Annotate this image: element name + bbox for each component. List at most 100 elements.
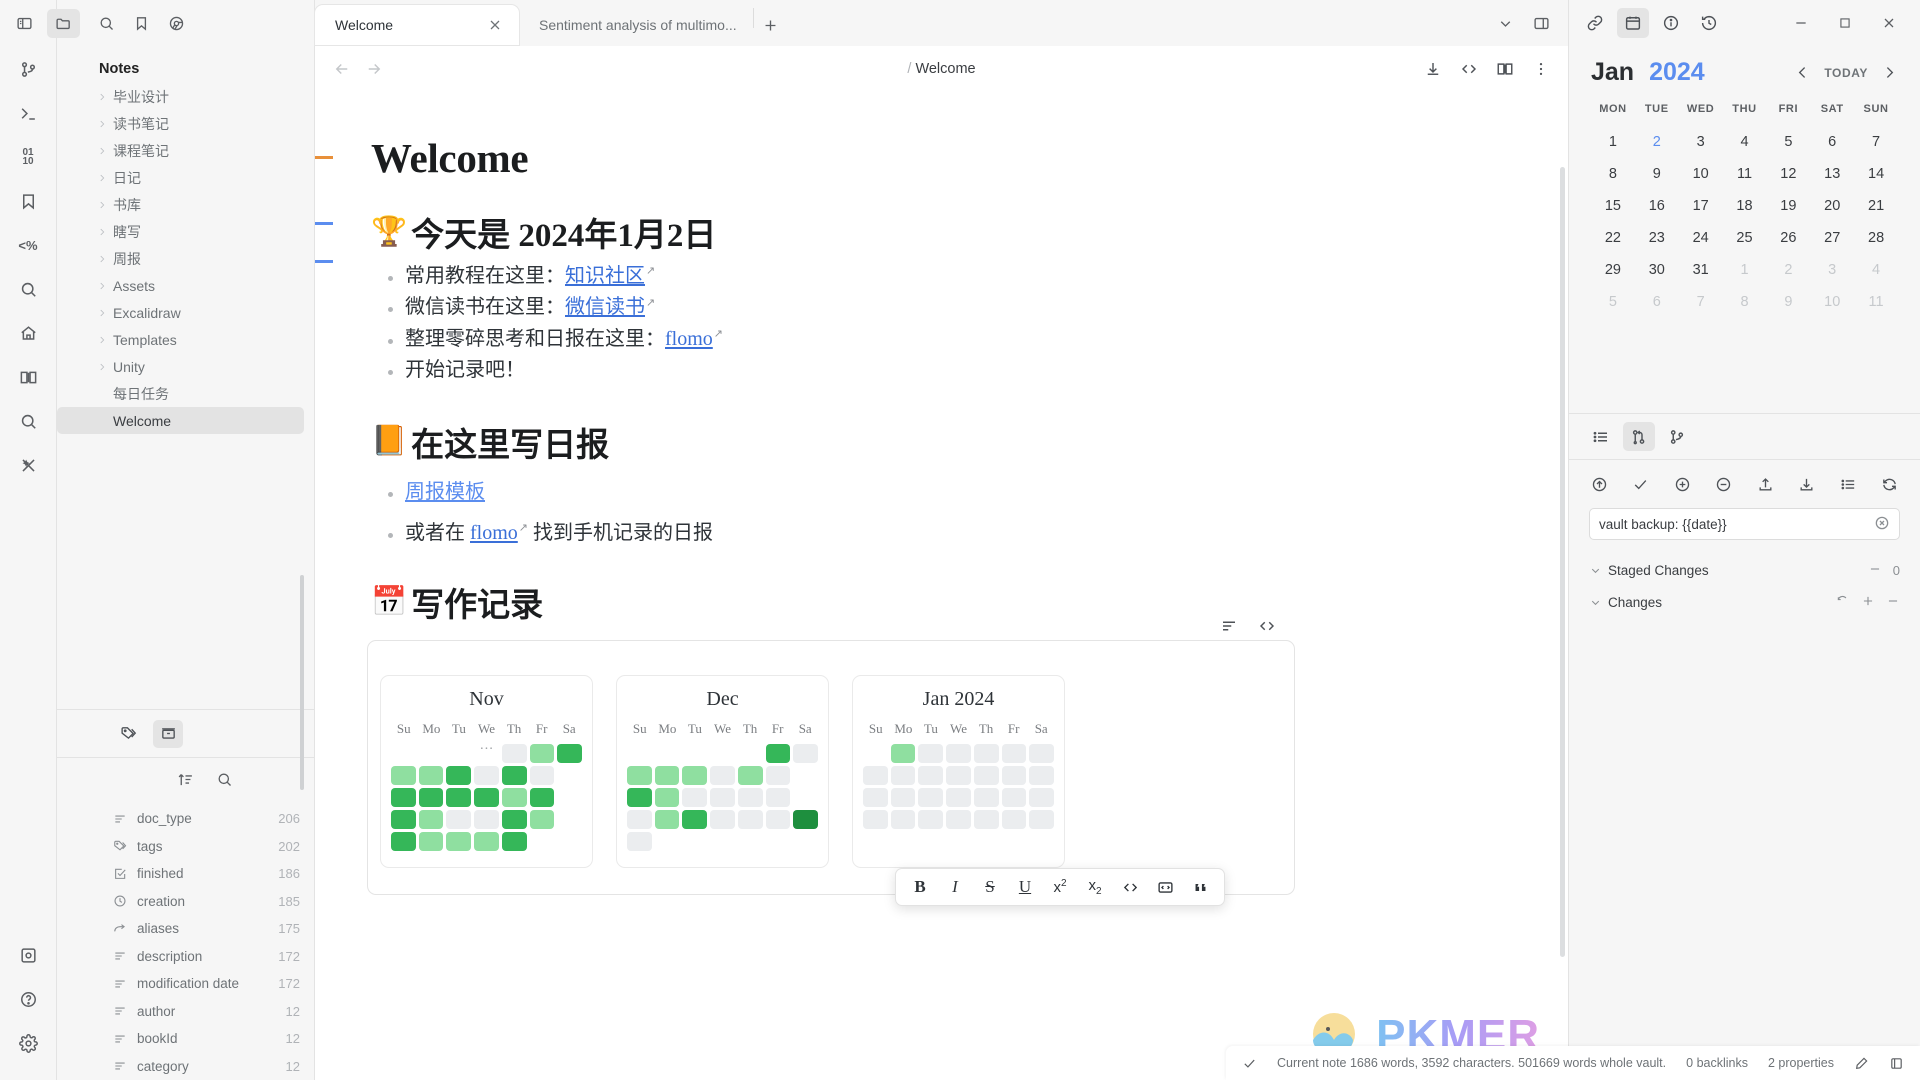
code-icon[interactable]	[1460, 60, 1478, 78]
heatmap-cell[interactable]	[501, 766, 527, 786]
folder-item[interactable]: 日记	[57, 164, 304, 191]
search-icon[interactable]	[216, 771, 233, 788]
heatmap-cell[interactable]	[627, 766, 652, 786]
code-icon[interactable]	[1258, 617, 1276, 635]
property-row[interactable]: author 12	[57, 998, 314, 1026]
file-item[interactable]: 每日任务	[57, 380, 304, 407]
heatmap-cell[interactable]	[793, 744, 818, 764]
chevron-right-icon[interactable]	[97, 281, 107, 291]
heatmap-cell[interactable]	[765, 810, 791, 830]
heatmap-cell[interactable]	[682, 766, 708, 786]
heatmap-cell[interactable]	[890, 766, 916, 786]
calendar-day[interactable]: 3	[1810, 254, 1854, 286]
calendar-day[interactable]: 23	[1635, 222, 1679, 254]
heatmap-cell[interactable]	[765, 788, 791, 808]
vault-icon[interactable]	[1889, 1056, 1904, 1071]
refresh-button[interactable]	[1881, 476, 1898, 493]
heatmap-cell[interactable]	[446, 788, 472, 808]
upload-button[interactable]	[1757, 476, 1774, 493]
heatmap-cell[interactable]	[1029, 788, 1054, 808]
heatmap-cell[interactable]	[918, 744, 944, 764]
heatmap-cell[interactable]	[863, 810, 888, 830]
book-icon[interactable]	[11, 360, 45, 394]
chevron-down-icon[interactable]	[1490, 9, 1520, 37]
backlinks-status[interactable]: 0 backlinks	[1686, 1056, 1748, 1070]
sidebar-toggle-icon[interactable]	[16, 15, 33, 32]
superscript-button[interactable]: x2	[1044, 872, 1076, 902]
calendar-day[interactable]: 7	[1679, 286, 1723, 318]
property-row[interactable]: tags 202	[57, 833, 314, 861]
stage-all-button[interactable]	[1674, 476, 1691, 493]
heatmap-cell[interactable]	[863, 766, 888, 786]
calendar-day[interactable]: 5	[1766, 126, 1810, 158]
push-button[interactable]	[1591, 476, 1608, 493]
chevron-right-icon[interactable]	[97, 119, 107, 129]
explorer-scrollbar[interactable]	[300, 575, 304, 790]
calendar-day[interactable]: 31	[1679, 254, 1723, 286]
calendar-day[interactable]: 1	[1591, 126, 1635, 158]
heatmap-cell[interactable]	[1001, 744, 1027, 764]
folder-item[interactable]: 周报	[57, 245, 304, 272]
properties-status[interactable]: 2 properties	[1768, 1056, 1834, 1070]
folder-item[interactable]: Unity	[57, 353, 304, 380]
calendar-day[interactable]: 7	[1854, 126, 1898, 158]
heatmap-cell[interactable]	[627, 810, 652, 830]
calendar-day[interactable]: 2	[1766, 254, 1810, 286]
commit-message-input[interactable]	[1589, 508, 1900, 540]
heatmap-cell[interactable]	[918, 788, 944, 808]
note-body[interactable]: Welcome 🏆 今天是 2024年1月2日 常用教程在这里：知识社区↗ 微信读…	[315, 92, 1568, 1080]
minus-icon[interactable]	[1886, 594, 1900, 611]
bookmark-icon[interactable]	[11, 184, 45, 218]
calendar-day[interactable]: 17	[1679, 190, 1723, 222]
calendar-day[interactable]: 13	[1810, 158, 1854, 190]
calendar-day[interactable]: 10	[1810, 286, 1854, 318]
heatmap-cell[interactable]	[529, 810, 555, 830]
heatmap-cell[interactable]	[474, 832, 499, 852]
close-icon[interactable]	[487, 17, 503, 33]
changes-section[interactable]: Changes	[1569, 586, 1920, 618]
calendar-day[interactable]: 26	[1766, 222, 1810, 254]
chevron-right-icon[interactable]	[97, 227, 107, 237]
chevron-right-icon[interactable]	[1881, 64, 1898, 81]
italic-button[interactable]: I	[939, 872, 971, 902]
calendar-day[interactable]: 29	[1591, 254, 1635, 286]
calendar-day[interactable]: 16	[1635, 190, 1679, 222]
chevron-right-icon[interactable]	[97, 146, 107, 156]
link[interactable]: 知识社区	[565, 265, 645, 287]
pencil-icon[interactable]	[1854, 1056, 1869, 1071]
folder-item[interactable]: Assets	[57, 272, 304, 299]
property-row[interactable]: aliases 175	[57, 915, 314, 943]
calendar-day[interactable]: 6	[1810, 126, 1854, 158]
calendar-day[interactable]: 19	[1766, 190, 1810, 222]
staged-changes-section[interactable]: Staged Changes 0	[1569, 554, 1920, 586]
home-icon[interactable]	[11, 316, 45, 350]
heatmap-cell[interactable]	[529, 744, 555, 764]
tab-welcome[interactable]: Welcome	[315, 5, 519, 45]
sync-check-icon[interactable]	[1242, 1056, 1257, 1071]
chevron-left-icon[interactable]	[1794, 64, 1811, 81]
code-block-button[interactable]	[1149, 872, 1181, 902]
heatmap-cell[interactable]	[1029, 766, 1054, 786]
calendar-day[interactable]: 9	[1635, 158, 1679, 190]
download-icon[interactable]	[1424, 60, 1442, 78]
search-alt-icon[interactable]	[11, 404, 45, 438]
heatmap-cell[interactable]	[946, 744, 971, 764]
settings-icon[interactable]	[11, 1026, 45, 1060]
forward-icon[interactable]	[365, 60, 383, 78]
heatmap-cell[interactable]	[501, 832, 527, 852]
heatmap-cell[interactable]	[654, 766, 680, 786]
property-row[interactable]: creation 185	[57, 888, 314, 916]
binary-icon[interactable]: 01 10	[11, 140, 45, 174]
git-branch-icon[interactable]	[11, 52, 45, 86]
chevron-right-icon[interactable]	[97, 92, 107, 102]
calendar-day[interactable]: 1	[1723, 254, 1767, 286]
heatmap-cell[interactable]	[1001, 810, 1027, 830]
heatmap-cell[interactable]	[890, 744, 916, 764]
bookmark-icon[interactable]	[133, 15, 150, 32]
git-source-tab[interactable]	[1623, 422, 1655, 451]
heatmap-cell[interactable]	[1029, 744, 1054, 764]
property-row[interactable]: modification date 172	[57, 970, 314, 998]
properties-tab[interactable]	[153, 719, 183, 748]
unstage-all-button[interactable]	[1715, 476, 1732, 493]
calendar-day[interactable]: 18	[1723, 190, 1767, 222]
